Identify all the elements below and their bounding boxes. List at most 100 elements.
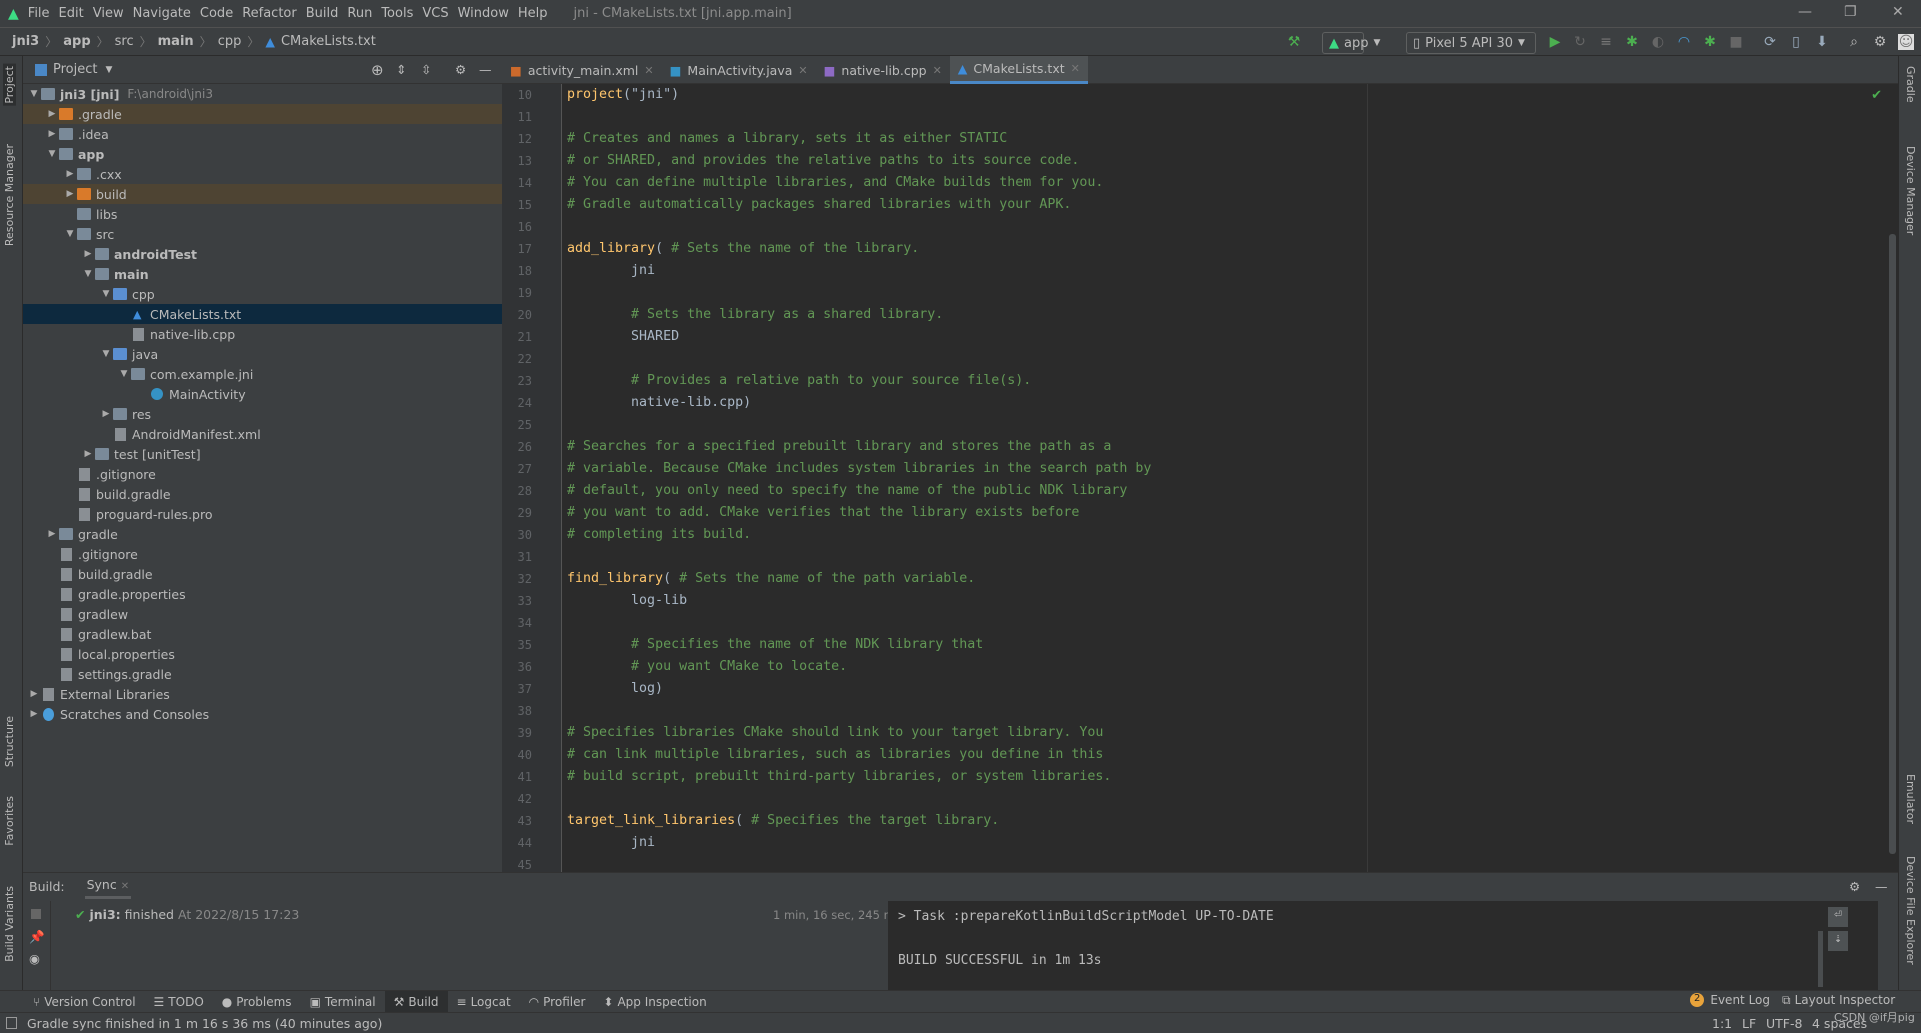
file-encoding[interactable]: UTF-8 xyxy=(1766,1016,1802,1031)
chevron-right-icon[interactable]: ▶ xyxy=(81,249,95,259)
chevron-down-icon[interactable]: ▼ xyxy=(45,149,59,159)
eye-icon[interactable]: ◉ xyxy=(29,951,40,966)
tree-item[interactable]: ▼ src xyxy=(23,224,502,244)
breadcrumb-item[interactable]: src xyxy=(115,34,134,49)
menu-navigate[interactable]: Navigate xyxy=(133,6,191,21)
chevron-down-icon[interactable]: ▼ xyxy=(63,229,77,239)
status-message[interactable]: Gradle sync finished in 1 m 16 s 36 ms (… xyxy=(27,1016,382,1031)
gear-icon[interactable]: ⚙ xyxy=(455,62,466,77)
tree-item[interactable]: build.gradle xyxy=(23,484,502,504)
avatar[interactable]: ☺ xyxy=(1898,34,1914,50)
close-icon[interactable]: ✕ xyxy=(121,881,129,892)
tree-item[interactable]: proguard-rules.pro xyxy=(23,504,502,524)
minimize-button[interactable]: — xyxy=(1798,4,1812,20)
restore-button[interactable]: ❐ xyxy=(1844,4,1857,20)
menu-window[interactable]: Window xyxy=(458,6,509,21)
close-icon[interactable]: ✕ xyxy=(798,64,807,77)
stripe-device-manager[interactable]: Device Manager xyxy=(1904,146,1917,235)
hide-icon[interactable]: — xyxy=(1875,879,1888,894)
tab-cmakelists-txt[interactable]: ▲ CMakeLists.txt ✕ xyxy=(949,56,1088,84)
breadcrumb-item[interactable]: cpp xyxy=(218,34,242,49)
sdk-manager-icon[interactable]: ⬇ xyxy=(1814,34,1830,50)
tab-native-lib-cpp[interactable]: ■ native-lib.cpp ✕ xyxy=(816,56,950,84)
caret-position[interactable]: 1:1 xyxy=(1712,1016,1732,1031)
chevron-down-icon[interactable]: ▼ xyxy=(99,349,113,359)
stripe-device-file-explorer[interactable]: Device File Explorer xyxy=(1904,856,1917,965)
tab-sync[interactable]: Sync ✕ xyxy=(84,873,132,899)
collapse-all-icon[interactable]: ⇳ xyxy=(421,62,431,77)
tree-item[interactable]: gradlew.bat xyxy=(23,624,502,644)
tree-item[interactable]: ▶ .gradle xyxy=(23,104,502,124)
tool-profiler[interactable]: ◠ Profiler xyxy=(520,991,595,1013)
stop-icon[interactable] xyxy=(31,909,41,919)
tool-todo[interactable]: ☰ TODO xyxy=(145,991,213,1013)
breadcrumb-item[interactable]: CMakeLists.txt xyxy=(281,34,376,49)
tool-logcat[interactable]: ≡ Logcat xyxy=(448,991,520,1013)
tree-item[interactable]: settings.gradle xyxy=(23,664,502,684)
tool-build[interactable]: ⚒ Build xyxy=(384,990,448,1013)
chevron-down-icon[interactable]: ▼ xyxy=(105,65,112,75)
close-icon[interactable]: ✕ xyxy=(644,64,653,77)
device-manager-icon[interactable]: ▯ xyxy=(1788,34,1804,50)
gear-icon[interactable]: ⚙ xyxy=(1872,34,1888,50)
stripe-resource-manager[interactable]: Resource Manager xyxy=(3,144,16,246)
soft-wrap-icon[interactable]: ⏎ xyxy=(1828,907,1848,927)
close-icon[interactable]: ✕ xyxy=(1071,62,1080,75)
toggle-tool-windows-icon[interactable] xyxy=(6,1017,17,1029)
tree-item[interactable]: MainActivity xyxy=(23,384,502,404)
sync-gradle-icon[interactable]: ⟳ xyxy=(1762,34,1778,50)
menu-run[interactable]: Run xyxy=(347,6,372,21)
chevron-right-icon[interactable]: ▶ xyxy=(45,529,59,539)
chevron-right-icon[interactable]: ▶ xyxy=(27,689,41,699)
menu-help[interactable]: Help xyxy=(518,6,548,21)
chevron-right-icon[interactable]: ▶ xyxy=(27,709,41,719)
tree-item[interactable]: ▶ .cxx xyxy=(23,164,502,184)
close-icon[interactable]: ✕ xyxy=(933,64,942,77)
menu-build[interactable]: Build xyxy=(306,6,339,21)
stripe-gradle[interactable]: Gradle xyxy=(1904,66,1917,103)
tree-item[interactable]: libs xyxy=(23,204,502,224)
tree-item[interactable]: ▼ main xyxy=(23,264,502,284)
menu-vcs[interactable]: VCS xyxy=(422,6,448,21)
locate-icon[interactable]: ⊕ xyxy=(371,61,384,79)
chevron-right-icon[interactable]: ▶ xyxy=(45,129,59,139)
tree-item[interactable]: ▼ jni3 [jni] F:\android\jni3 xyxy=(23,84,502,104)
tree-item[interactable]: ▶ External Libraries xyxy=(23,684,502,704)
tree-item[interactable]: ▼ app xyxy=(23,144,502,164)
tree-item[interactable]: .gitignore xyxy=(23,464,502,484)
editor-scrollbar[interactable] xyxy=(1889,234,1896,854)
device-dropdown[interactable]: ▯ Pixel 5 API 30 ▼ xyxy=(1406,32,1536,54)
tree-item[interactable]: AndroidManifest.xml xyxy=(23,424,502,444)
run-icon[interactable]: ▶ xyxy=(1547,34,1563,50)
menu-view[interactable]: View xyxy=(93,6,124,21)
tree-item[interactable]: ▼ cpp xyxy=(23,284,502,304)
chevron-right-icon[interactable]: ▶ xyxy=(45,109,59,119)
tool-terminal[interactable]: ▣ Terminal xyxy=(301,991,385,1013)
tab-mainactivity-java[interactable]: ■ MainActivity.java ✕ xyxy=(662,56,816,84)
chevron-down-icon[interactable]: ▼ xyxy=(81,269,95,279)
gear-icon[interactable]: ⚙ xyxy=(1849,879,1860,894)
tree-item[interactable]: ▶ androidTest xyxy=(23,244,502,264)
stripe-structure[interactable]: Structure xyxy=(3,716,16,767)
stripe-project[interactable]: Project xyxy=(3,64,16,106)
pin-icon[interactable]: 📌 xyxy=(29,929,45,945)
search-icon[interactable]: ⌕ xyxy=(1846,34,1862,50)
breadcrumb-item[interactable]: app xyxy=(63,34,90,49)
breadcrumb-item[interactable]: main xyxy=(158,34,194,49)
tree-item[interactable]: ▶ Scratches and Consoles xyxy=(23,704,502,724)
tree-item[interactable]: .gitignore xyxy=(23,544,502,564)
menu-code[interactable]: Code xyxy=(200,6,233,21)
menu-tools[interactable]: Tools xyxy=(381,6,413,21)
tool-problems[interactable]: ● Problems xyxy=(213,991,301,1013)
tree-item[interactable]: ▶ .idea xyxy=(23,124,502,144)
chevron-right-icon[interactable]: ▶ xyxy=(99,409,113,419)
console-scrollbar[interactable] xyxy=(1818,931,1823,987)
tree-item[interactable]: ▶ build xyxy=(23,184,502,204)
build-console-output[interactable]: > Task :prepareKotlinBuildScriptModel UP… xyxy=(888,901,1878,991)
tree-item[interactable]: ▶ res xyxy=(23,404,502,424)
tool-version-control[interactable]: ⑂ Version Control xyxy=(24,991,145,1013)
build-hammer-icon[interactable]: ⚒ xyxy=(1286,34,1302,50)
chevron-down-icon[interactable]: ▼ xyxy=(99,289,113,299)
layout-inspector-button[interactable]: ⧉ Layout Inspector xyxy=(1782,993,1895,1008)
menu-file[interactable]: File xyxy=(28,6,50,21)
